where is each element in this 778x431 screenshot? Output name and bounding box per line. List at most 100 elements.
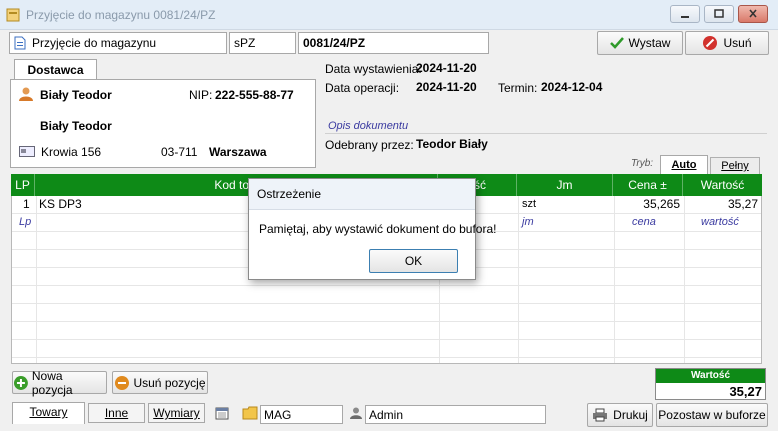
row1-unit[interactable]: szt xyxy=(522,196,536,213)
newrow-price[interactable]: cena xyxy=(632,214,656,231)
tab-goods[interactable]: Towary xyxy=(12,402,85,424)
row1-code[interactable]: KS DP3 xyxy=(39,196,82,213)
minimize-icon xyxy=(681,16,689,18)
grid-vline xyxy=(518,196,519,363)
grid-hline xyxy=(12,303,761,304)
document-icon xyxy=(14,36,26,50)
receiver-label: Odebrany przez: xyxy=(325,138,414,152)
row1-lp[interactable]: 1 xyxy=(23,196,30,213)
grid-hline xyxy=(12,339,761,340)
newrow-lp[interactable]: Lp xyxy=(19,214,31,231)
delete-icon xyxy=(703,36,718,50)
window-title: Przyjęcie do magazynu 0081/24/PZ xyxy=(26,8,216,22)
full-tab-label: Pełny xyxy=(721,160,749,172)
supplier-full-name: Biały Teodor xyxy=(40,119,112,133)
app-icon xyxy=(6,8,20,22)
total-box: Wartość 35,27 xyxy=(655,368,766,400)
delete-label: Usuń xyxy=(723,36,752,50)
folder-icon xyxy=(242,406,258,420)
doc-number-value: 0081/24/PZ xyxy=(303,36,366,50)
add-position-button[interactable]: Nowa pozycja xyxy=(12,368,107,397)
tab-auto[interactable]: Auto xyxy=(660,155,708,174)
dims-tab-label: Wymiary xyxy=(153,406,200,420)
col-lp[interactable]: LP xyxy=(11,174,35,196)
grid-vline xyxy=(36,196,37,363)
user-field[interactable]: Admin xyxy=(365,405,546,424)
street: Krowia 156 xyxy=(41,145,102,159)
add-icon xyxy=(13,375,28,390)
newrow-unit[interactable]: jm xyxy=(522,214,534,231)
address-card-icon xyxy=(19,146,35,157)
add-position-label: Nowa pozycja xyxy=(31,368,73,397)
term-value[interactable]: 2024-12-04 xyxy=(541,80,602,94)
other-tab-label: Inne xyxy=(104,406,129,420)
print-button[interactable]: Drukuj xyxy=(587,403,653,427)
grid-hline xyxy=(12,357,761,358)
tab-other[interactable]: Inne xyxy=(88,403,145,423)
grid-hline xyxy=(12,321,761,322)
total-label: Wartość xyxy=(656,369,765,383)
receiver-value[interactable]: Teodor Biały xyxy=(416,137,488,151)
supplier-tab-label: Dostawca xyxy=(27,63,84,77)
series-value: sPZ xyxy=(234,36,256,50)
postal-code: 03-711 xyxy=(161,145,198,159)
user-value: Admin xyxy=(369,408,404,422)
term-label: Termin: xyxy=(498,81,538,95)
printer-icon xyxy=(593,408,608,422)
doc-type-value: Przyjęcie do magazynu xyxy=(32,36,157,50)
issue-date-value[interactable]: 2024-11-20 xyxy=(416,61,477,75)
total-value: 35,27 xyxy=(729,384,762,399)
supplier-panel: Biały Teodor NIP: 222-555-88-77 Biały Te… xyxy=(10,79,316,168)
issue-date-label: Data wystawienia: xyxy=(325,62,422,76)
remove-icon xyxy=(115,375,130,390)
series-field[interactable]: sPZ xyxy=(229,32,296,54)
checkmark-icon xyxy=(609,37,624,49)
warehouse-value: MAG xyxy=(264,408,292,422)
col-value[interactable]: Wartość xyxy=(683,174,762,196)
nip-value: 222-555-88-77 xyxy=(215,88,294,102)
city: Warszawa xyxy=(209,145,267,159)
tab-dimensions[interactable]: Wymiary xyxy=(148,403,205,423)
tab-full[interactable]: Pełny xyxy=(710,157,760,174)
grid-vline xyxy=(684,196,685,363)
remove-position-button[interactable]: Usuń pozycję xyxy=(112,371,208,394)
keep-in-buffer-label: Pozostaw w buforze xyxy=(658,408,766,422)
op-date-label: Data operacji: xyxy=(325,81,400,95)
description-field[interactable]: Opis dokumentu xyxy=(328,120,408,132)
doc-number-field[interactable]: 0081/24/PZ xyxy=(298,32,489,54)
mode-label: Tryb: xyxy=(631,158,654,169)
col-price[interactable]: Cena ± xyxy=(613,174,683,196)
minimize-button[interactable] xyxy=(670,5,700,23)
description-underline xyxy=(325,133,767,134)
issue-button[interactable]: Wystaw xyxy=(597,31,683,55)
dialog-message: Pamiętaj, aby wystawić dokument do bufor… xyxy=(259,222,497,236)
supplier-name[interactable]: Biały Teodor xyxy=(40,88,112,102)
op-date-value[interactable]: 2024-11-20 xyxy=(416,80,477,94)
doc-type-field[interactable]: Przyjęcie do magazynu xyxy=(9,32,227,54)
maximize-icon xyxy=(714,9,724,18)
grid-hline xyxy=(12,285,761,286)
delete-button[interactable]: Usuń xyxy=(685,31,769,55)
goods-tab-label: Towary xyxy=(29,405,68,419)
row1-price[interactable]: 35,265 xyxy=(614,196,680,213)
col-unit[interactable]: Jm xyxy=(517,174,613,196)
grid-vline xyxy=(614,196,615,363)
row1-value[interactable]: 35,27 xyxy=(684,196,758,213)
dialog-titlebar: Ostrzeżenie xyxy=(249,179,475,210)
print-label: Drukuj xyxy=(613,408,648,422)
calendar-icon[interactable] xyxy=(215,406,229,420)
dialog-title: Ostrzeżenie xyxy=(257,187,322,201)
warehouse-field[interactable]: MAG xyxy=(260,405,343,424)
newrow-value[interactable]: wartość xyxy=(701,214,739,231)
tab-supplier[interactable]: Dostawca xyxy=(14,59,97,80)
person-icon xyxy=(19,87,33,101)
ok-label: OK xyxy=(404,254,423,268)
ok-button[interactable]: OK xyxy=(369,249,458,273)
keep-in-buffer-button[interactable]: Pozostaw w buforze xyxy=(656,403,768,427)
warning-dialog: Ostrzeżenie Pamiętaj, aby wystawić dokum… xyxy=(248,178,496,280)
close-button[interactable] xyxy=(738,5,768,23)
remove-position-label: Usuń pozycję xyxy=(133,375,206,390)
maximize-button[interactable] xyxy=(704,5,734,23)
issue-label: Wystaw xyxy=(628,36,671,50)
auto-tab-label: Auto xyxy=(671,159,697,171)
